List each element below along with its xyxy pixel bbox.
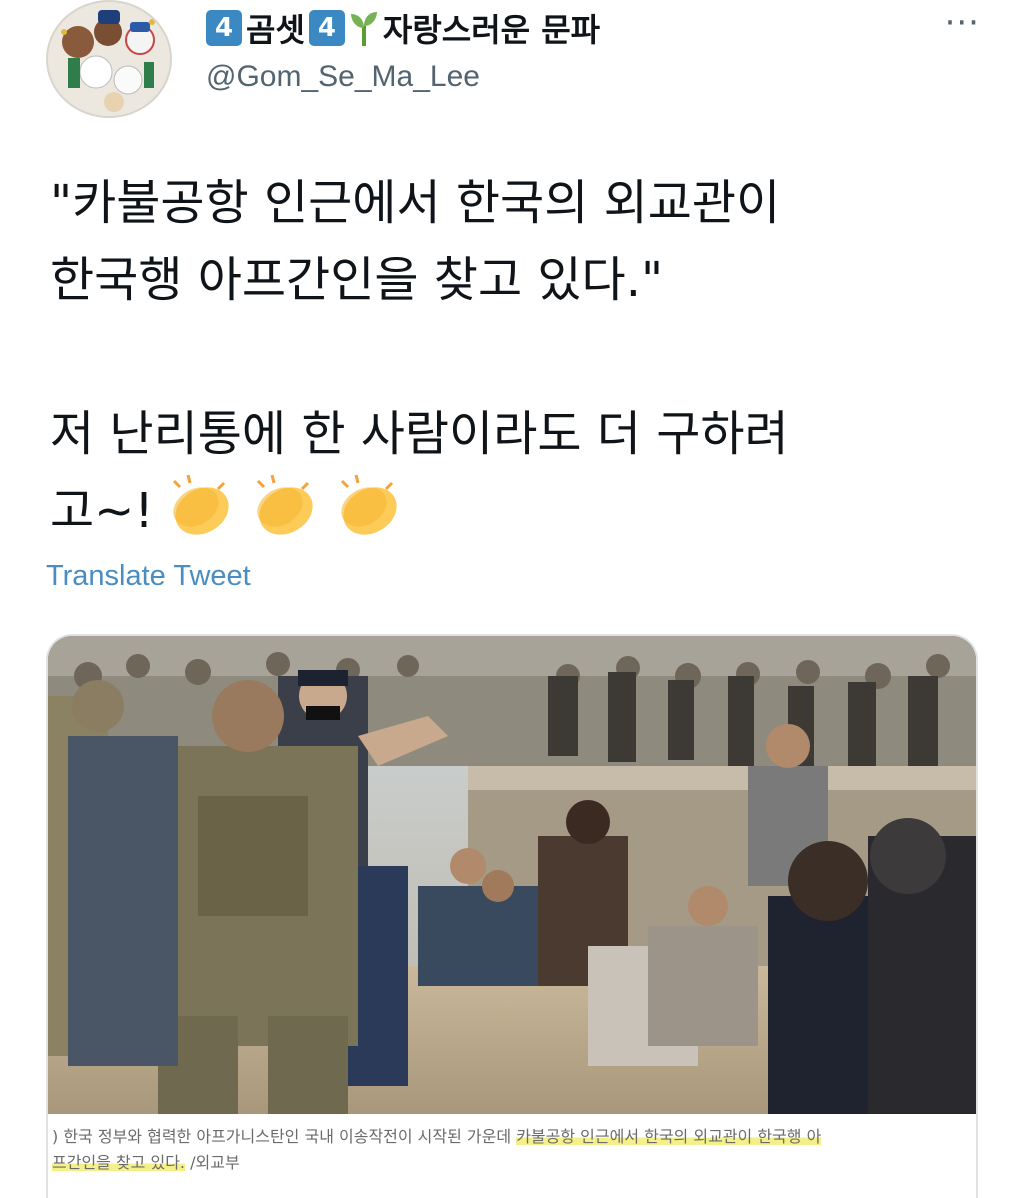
keycap-four-icon: 4 [308,10,345,46]
sprout-icon [349,10,379,46]
caption-highlight: 프간인을 찾고 있다. [52,1153,186,1172]
tweet-line: "카불공항 인근에서 한국의 외교관이 [50,175,781,231]
author-header: 4 곰셋 4 자랑스러운 문파 @Gom_Se_Ma_Lee [206,6,600,94]
tweet-line: 고~! [50,483,154,539]
news-photo[interactable] [48,636,976,1114]
caption-line: 프간인을 찾고 있다. /외교부 [52,1150,974,1176]
user-handle[interactable]: @Gom_Se_Ma_Lee [206,60,600,94]
tweet-line: 한국행 아프간인을 찾고 있다." [50,252,664,308]
avatar-illustration [48,2,170,116]
caption-line: ) 한국 정부와 협력한 아프가니스탄인 국내 이송작전이 시작된 가운데 카불… [52,1124,974,1150]
translate-tweet-link[interactable]: Translate Tweet [46,560,251,593]
keycap-four-icon: 4 [206,10,242,46]
media-card[interactable]: ) 한국 정부와 협력한 아프가니스탄인 국내 이송작전이 시작된 가운데 카불… [46,634,978,1198]
photo-caption: ) 한국 정부와 협력한 아프가니스탄인 국내 이송작전이 시작된 가운데 카불… [52,1124,974,1176]
display-name[interactable]: 4 곰셋 4 자랑스러운 문파 [206,6,600,50]
more-options-icon[interactable]: ··· [945,6,980,40]
caption-text: /외교부 [185,1153,240,1172]
display-name-tagline: 자랑스러운 문파 [382,11,601,49]
tweet-line-with-emoji: 고~! [50,473,990,560]
avatar[interactable] [46,0,172,118]
clapping-hands-icon [160,473,404,560]
display-name-text: 곰셋 [246,11,305,49]
tweet-line: 저 난리통에 한 사람이라도 더 구하려 [50,406,789,462]
caption-text: ) 한국 정부와 협력한 아프가니스탄인 국내 이송작전이 시작된 가운데 [52,1127,517,1146]
tweet-body: "카불공항 인근에서 한국의 외교관이 한국행 아프간인을 찾고 있다." 저 … [50,165,990,560]
caption-highlight: 카불공항 인근에서 한국의 외교관이 한국행 아 [516,1127,822,1146]
